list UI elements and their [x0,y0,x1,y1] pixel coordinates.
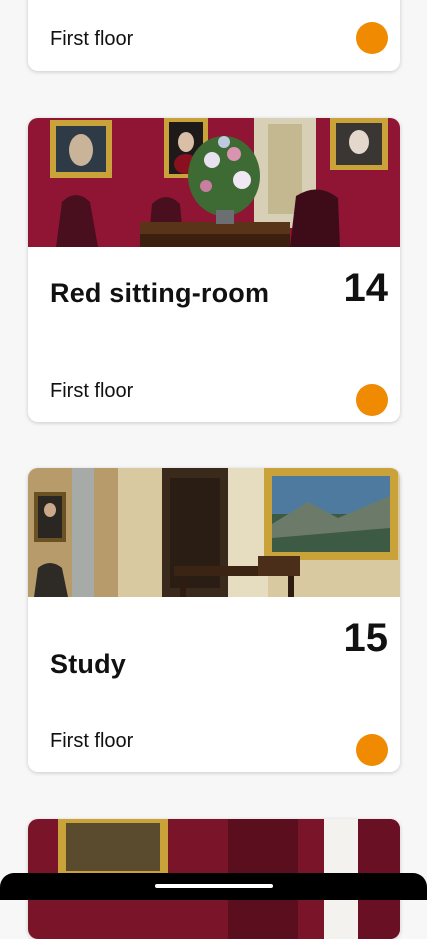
room-number: 15 [343,616,389,660]
home-indicator-icon[interactable] [155,884,273,888]
red-sitting-room-photo [28,118,400,247]
room-floor: First floor [50,730,134,752]
study-photo [28,468,400,597]
room-floor: First floor [50,28,134,50]
room-card-study[interactable]: Study 15 First floor [28,468,400,772]
status-dot-icon [356,22,388,54]
room-floor: First floor [50,380,134,402]
status-dot-icon [356,734,388,766]
room-title: Red sitting-room [50,278,270,308]
room-title: Study [50,649,127,679]
room-card-red-sitting-room[interactable]: Red sitting-room 14 First floor [28,118,400,422]
system-navigation-bar [0,873,427,900]
room-card[interactable]: First floor [28,0,400,71]
room-number: 14 [343,266,389,310]
status-dot-icon [356,384,388,416]
